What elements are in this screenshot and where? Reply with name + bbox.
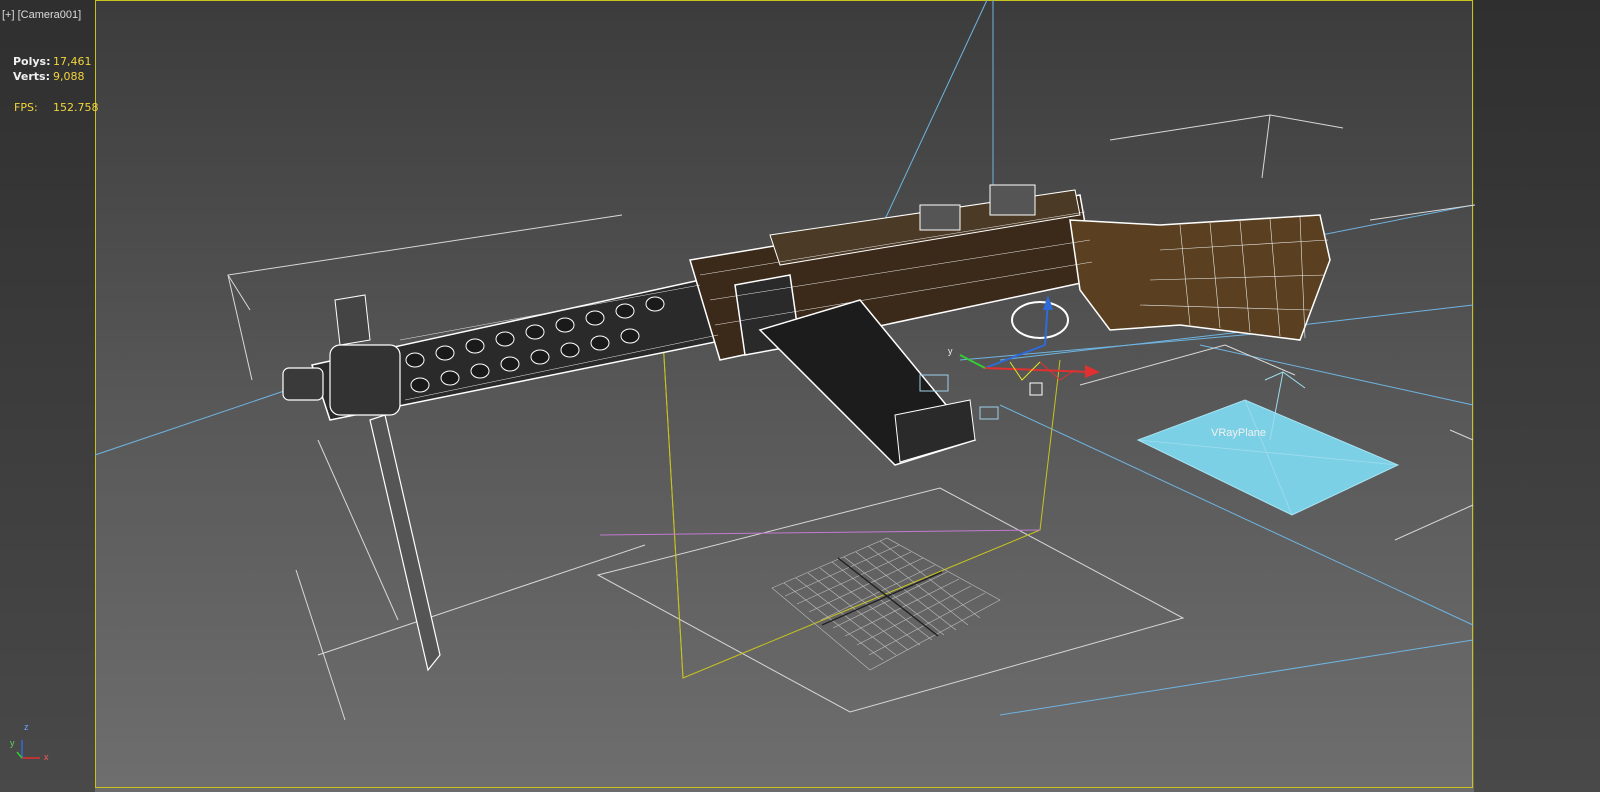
viewport-camera-name[interactable]: [Camera001] — [18, 9, 82, 21]
verts-label: Verts: — [13, 70, 51, 83]
axis-x-label: x — [44, 752, 49, 762]
vray-plane[interactable] — [1136, 371, 1400, 516]
fps-label: FPS: — [14, 101, 38, 114]
view-cube-axis-icon — [16, 740, 40, 759]
vray-plane-label: VRayPlane — [1211, 427, 1267, 439]
viewport-label: [+] [Camera001] — [2, 9, 81, 21]
camera-frustum-lines — [94, 0, 1474, 716]
viewport-menu-plus[interactable]: [+] — [2, 9, 15, 21]
grid-icon — [771, 537, 1001, 671]
scene-statistics: Polys: 17,461 Verts: 9,088 — [13, 54, 92, 84]
fps-readout: FPS: 152.758 — [14, 101, 99, 114]
polys-label: Polys: — [13, 55, 51, 68]
gizmo-y-label: y — [948, 346, 953, 356]
fps-value: 152.758 — [53, 101, 99, 114]
transform-gizmo-icon[interactable] — [919, 295, 1100, 420]
polys-value: 17,461 — [53, 55, 92, 68]
camera-viewport[interactable]: [+] [Camera001] Polys: 17,461 Verts: 9,0… — [0, 0, 1600, 792]
scene-canvas[interactable] — [0, 0, 1600, 792]
axis-y-label: y — [10, 738, 15, 748]
axis-z-label: z — [24, 722, 29, 732]
verts-value: 9,088 — [53, 70, 85, 83]
pink-guide-line — [599, 529, 1041, 536]
